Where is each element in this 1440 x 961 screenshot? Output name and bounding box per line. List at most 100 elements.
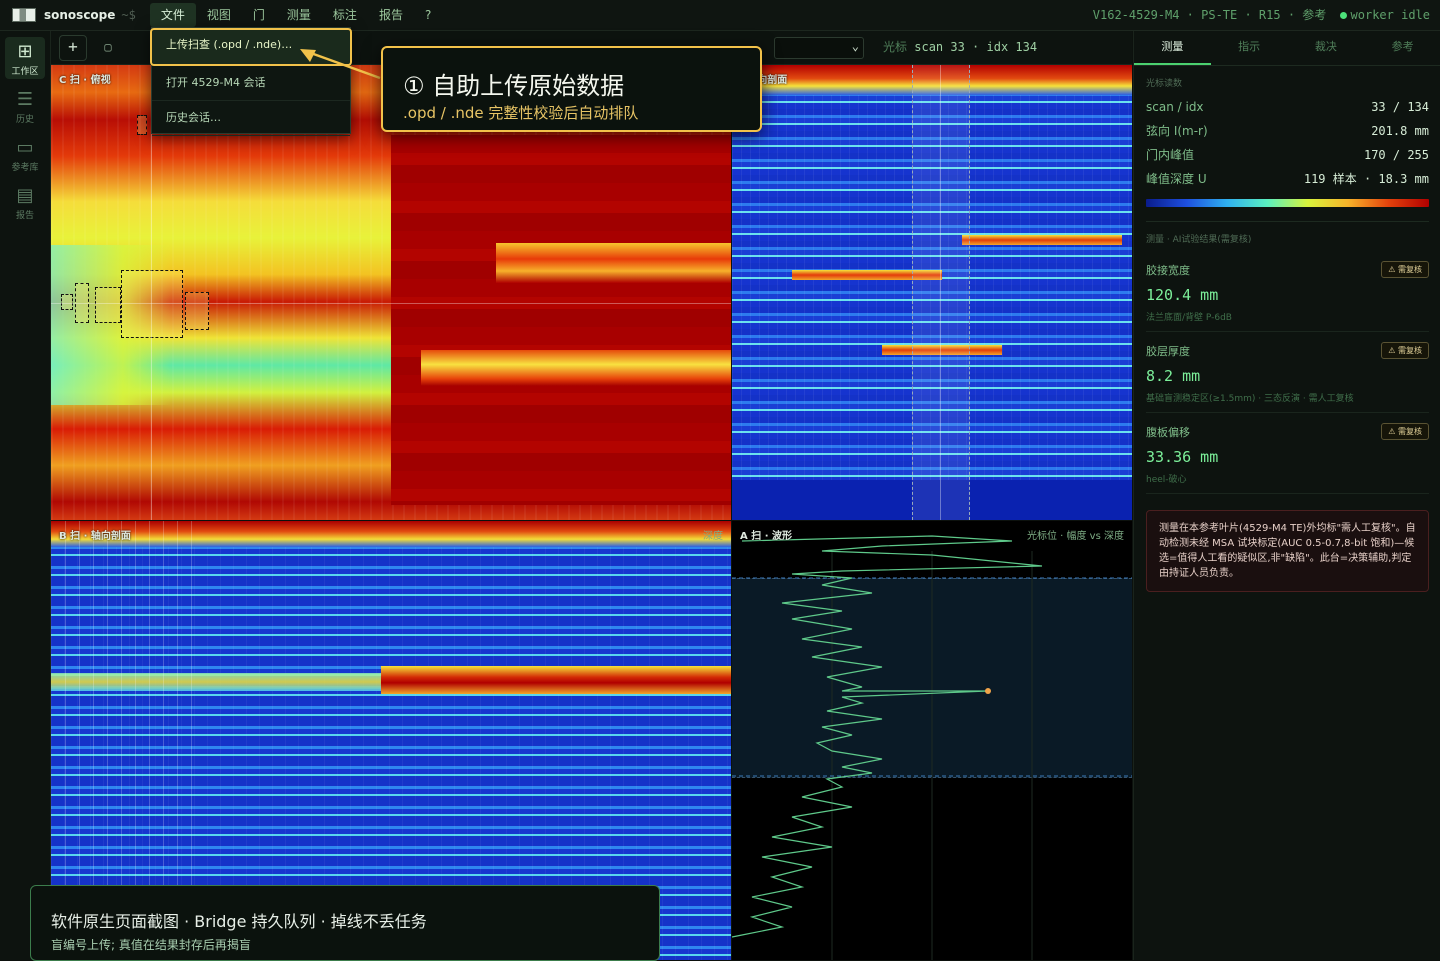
cscan-band xyxy=(421,350,731,386)
measurement-name: 腹板偏移 xyxy=(1146,425,1190,439)
callout-arrow-icon xyxy=(300,49,381,80)
bscan-title: B 扫 · 轴向剖面 xyxy=(59,531,131,542)
main-menu: 文件 视图 门 测量 标注 报告 ? xyxy=(149,0,442,30)
review-badge[interactable]: ⚠ 需复核 xyxy=(1381,261,1429,278)
history-sessions-menu-item[interactable]: 历史会话… xyxy=(152,101,350,136)
indication-box[interactable] xyxy=(121,270,183,338)
rail-label: 工作区 xyxy=(11,67,39,77)
report-icon: ▤ xyxy=(16,185,34,206)
measurement-card[interactable]: 胶层厚度 ⚠ 需复核 8.2 mm 基础盲测稳定区(≥1.5mm) · 三态反演 … xyxy=(1146,332,1429,413)
reading-row: 弦向 I(m-r) 201.8 mm xyxy=(1146,119,1429,143)
review-badge[interactable]: ⚠ 需复核 xyxy=(1381,342,1429,359)
menu-file[interactable]: 文件 xyxy=(149,3,196,27)
reading-key: scan / idx xyxy=(1146,100,1204,114)
ascan-waveform xyxy=(732,535,1132,960)
plus-icon: + xyxy=(68,36,78,56)
rail-label: 报告 xyxy=(15,211,34,221)
tab-reference[interactable]: 参考 xyxy=(1364,31,1440,65)
rail-item-history[interactable]: ☰ 历史 xyxy=(5,85,45,127)
rect-tool-button[interactable]: ▢ xyxy=(95,36,121,60)
review-badge[interactable]: ⚠ 需复核 xyxy=(1381,423,1429,440)
add-gate-button[interactable]: + xyxy=(59,34,87,61)
rail-item-report[interactable]: ▤ 报告 xyxy=(5,181,45,223)
cursor-crosshair-h xyxy=(51,303,731,304)
tab-measure[interactable]: 测量 xyxy=(1134,31,1211,65)
bscan-band xyxy=(381,666,731,694)
list-icon: ☰ xyxy=(16,89,34,110)
grid-icon: ⊞ xyxy=(17,41,33,62)
indication-box[interactable] xyxy=(95,287,121,323)
session-id: V162-4529-M4 · PS-TE · R15 · 参考 xyxy=(1092,8,1327,22)
square-icon: ▢ xyxy=(104,39,112,54)
bscan-depth-label: 深度 xyxy=(703,531,723,542)
ascan-panel[interactable]: A 扫 · 波形 光标位 · 幅度 vs 深度 xyxy=(732,521,1132,960)
indication-box[interactable] xyxy=(61,294,73,310)
indication-box[interactable] xyxy=(137,115,147,135)
reading-row: scan / idx 33 / 134 xyxy=(1146,95,1429,119)
cursor-readings-title: 光标读数 xyxy=(1146,79,1183,89)
menu-annotate[interactable]: 标注 xyxy=(322,3,368,27)
amplitude-colorbar xyxy=(1146,199,1429,207)
disclaimer-note: 测量在本参考叶片(4529-M4 TE)外均标"需人工复核"。自动检测未经 MS… xyxy=(1146,510,1429,592)
reading-row: 门内峰值 170 / 255 xyxy=(1146,143,1429,167)
measurement-name: 胶层厚度 xyxy=(1146,344,1190,358)
worker-status: worker idle xyxy=(1350,8,1430,22)
chevron-down-icon: ⌄ xyxy=(851,39,859,53)
chord-band xyxy=(962,235,1122,245)
right-tabs: 测量 指示 裁决 参考 xyxy=(1134,31,1440,66)
menu-help[interactable]: ? xyxy=(414,3,442,27)
divider xyxy=(1146,221,1429,222)
cscan-region xyxy=(391,135,731,505)
screenshot-caption: 软件原生页面截图 · Bridge 持久队列 · 掉线不丢任务 盲编号上传; 真… xyxy=(30,885,660,961)
reading-key: 弦向 I(m-r) xyxy=(1146,124,1208,138)
menu-report[interactable]: 报告 xyxy=(368,3,414,27)
rail-item-workspace[interactable]: ⊞ 工作区 xyxy=(5,37,45,79)
cursor-crosshair-v xyxy=(940,65,941,520)
session-status: V162-4529-M4 · PS-TE · R15 · 参考 worker i… xyxy=(1093,0,1430,30)
rail-label: 历史 xyxy=(15,115,34,125)
ascan-axis-label: 光标位 · 幅度 vs 深度 xyxy=(1026,531,1124,542)
ascan-title: A 扫 · 波形 xyxy=(740,531,792,542)
cursor-value: scan 33 · idx 134 xyxy=(914,40,1038,54)
cursor-readout: 光标 scan 33 · idx 134 xyxy=(883,31,1037,64)
callout-title: ① 自助上传原始数据 xyxy=(403,72,625,100)
reading-value: 119 样本 · 18.3 mm xyxy=(1303,172,1429,186)
cscan-band xyxy=(496,243,731,283)
reading-key: 峰值深度 U xyxy=(1146,172,1207,186)
measurement-name: 胶接宽度 xyxy=(1146,263,1190,277)
left-rail: ⊞ 工作区 ☰ 历史 ▭ 参考库 ▤ 报告 xyxy=(0,31,51,960)
measurement-value: 8.2 mm xyxy=(1146,367,1201,385)
book-icon: ▭ xyxy=(16,137,34,158)
indication-box[interactable] xyxy=(185,292,209,330)
callout-subtitle: .opd / .nde 完整性校验后自动排队 xyxy=(403,104,639,122)
measurement-method: 法兰底面/背壁 P-6dB xyxy=(1146,313,1232,323)
cursor-label: 光标 xyxy=(883,40,908,54)
chord-section-panel[interactable]: · 弦向剖面 xyxy=(732,65,1132,520)
tab-verdict[interactable]: 裁决 xyxy=(1288,31,1365,65)
measurement-card[interactable]: 胶接宽度 ⚠ 需复核 120.4 mm 法兰底面/背壁 P-6dB xyxy=(1146,251,1429,332)
app-name: sonoscope xyxy=(44,8,116,22)
reading-key: 门内峰值 xyxy=(1146,148,1195,162)
tab-indications[interactable]: 指示 xyxy=(1211,31,1288,65)
rail-label: 参考库 xyxy=(11,163,39,173)
caption-subtitle: 盲编号上传; 真值在结果封存后再揭盲 xyxy=(51,938,251,952)
menu-measure[interactable]: 测量 xyxy=(276,3,322,27)
right-panel: 测量 指示 裁决 参考 光标读数 scan / idx 33 / 134 弦向 I… xyxy=(1133,31,1440,960)
measurement-value: 33.36 mm xyxy=(1146,448,1219,466)
measurement-method: 基础盲测稳定区(≥1.5mm) · 三态反演 · 需人工复核 xyxy=(1146,394,1354,404)
upload-callout: ① 自助上传原始数据 .opd / .nde 完整性校验后自动排队 xyxy=(381,46,762,132)
measurement-card[interactable]: 腹板偏移 ⚠ 需复核 33.36 mm heel-破心 xyxy=(1146,413,1429,494)
layer-select[interactable]: ⌄ xyxy=(774,37,864,59)
menu-view[interactable]: 视图 xyxy=(196,3,242,27)
logo-icon xyxy=(12,8,36,22)
cscan-title: C 扫 · 俯视 xyxy=(59,75,111,86)
measurement-method: heel-破心 xyxy=(1146,475,1187,485)
app-logo: sonoscope ~$ xyxy=(12,8,136,22)
reading-value: 33 / 134 xyxy=(1371,100,1429,114)
measurements-title: 测量 · AI试验结果(需复核) xyxy=(1146,235,1252,245)
menu-gate[interactable]: 门 xyxy=(242,3,276,27)
rail-item-reference[interactable]: ▭ 参考库 xyxy=(5,133,45,175)
reading-value: 170 / 255 xyxy=(1363,148,1429,162)
reading-value: 201.8 mm xyxy=(1371,124,1429,138)
chord-gate[interactable] xyxy=(912,65,970,520)
